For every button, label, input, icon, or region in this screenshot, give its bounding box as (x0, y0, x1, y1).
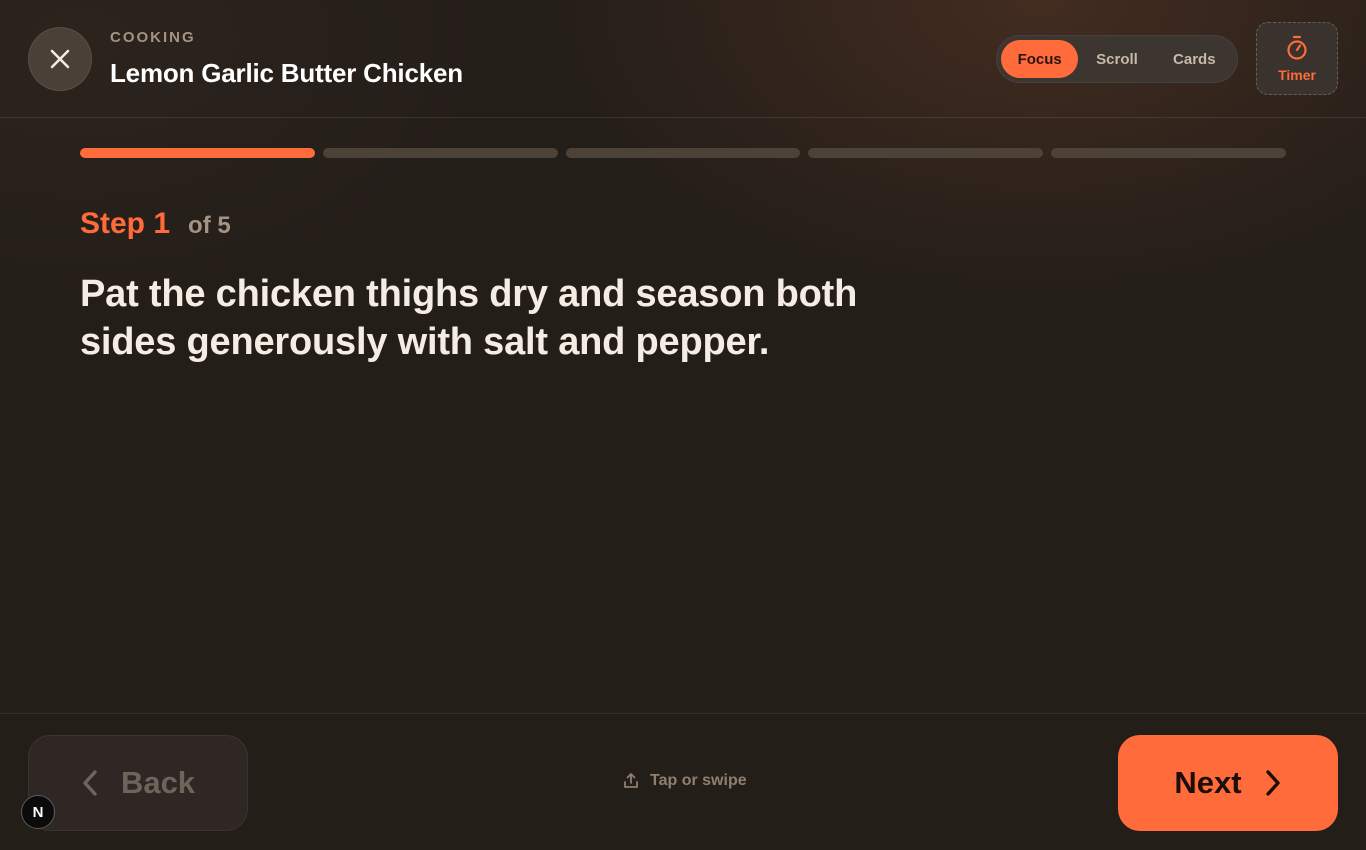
chevron-left-icon (81, 769, 99, 797)
cooking-mode-screen: COOKING Lemon Garlic Butter Chicken Focu… (0, 0, 1366, 850)
next-label: Next (1174, 765, 1242, 800)
progress-segment (808, 148, 1044, 158)
mode-scroll-button[interactable]: Scroll (1078, 40, 1155, 78)
step-instruction: Pat the chicken thighs dry and season bo… (80, 273, 858, 363)
timer-button[interactable]: Timer (1256, 22, 1338, 95)
back-button[interactable]: Back (28, 735, 248, 831)
next-button[interactable]: Next (1118, 735, 1338, 831)
mode-focus-button[interactable]: Focus (1001, 40, 1079, 78)
progress-segment (1051, 148, 1286, 158)
share-tap-icon (622, 772, 640, 790)
timer-label: Timer (1278, 66, 1316, 83)
progress-segment (565, 148, 801, 158)
step-number: Step 1 (80, 207, 171, 240)
view-mode-toggle: Focus Scroll Cards (996, 35, 1238, 83)
dev-badge[interactable]: N (21, 795, 55, 829)
stopwatch-icon (1287, 35, 1307, 60)
gesture-hint: Tap or swipe (622, 772, 747, 790)
back-label: Back (120, 765, 196, 800)
mode-cards-button[interactable]: Cards (1156, 40, 1233, 78)
chevron-right-icon (1264, 769, 1282, 797)
recipe-category: COOKING (110, 29, 196, 46)
header: COOKING Lemon Garlic Butter Chicken Focu… (0, 0, 1366, 118)
step-progress-bar (80, 148, 1286, 158)
progress-segment (80, 148, 315, 158)
step-total: of 5 (188, 212, 231, 239)
progress-segment (322, 148, 558, 158)
close-button[interactable] (28, 27, 92, 91)
close-icon (50, 49, 70, 69)
footer-navigation: Back Tap or swipe Next (0, 713, 1366, 850)
hint-label: Tap or swipe (650, 772, 747, 789)
recipe-title: Lemon Garlic Butter Chicken (110, 58, 463, 88)
step-indicator: Step 1 of 5 (80, 207, 231, 241)
